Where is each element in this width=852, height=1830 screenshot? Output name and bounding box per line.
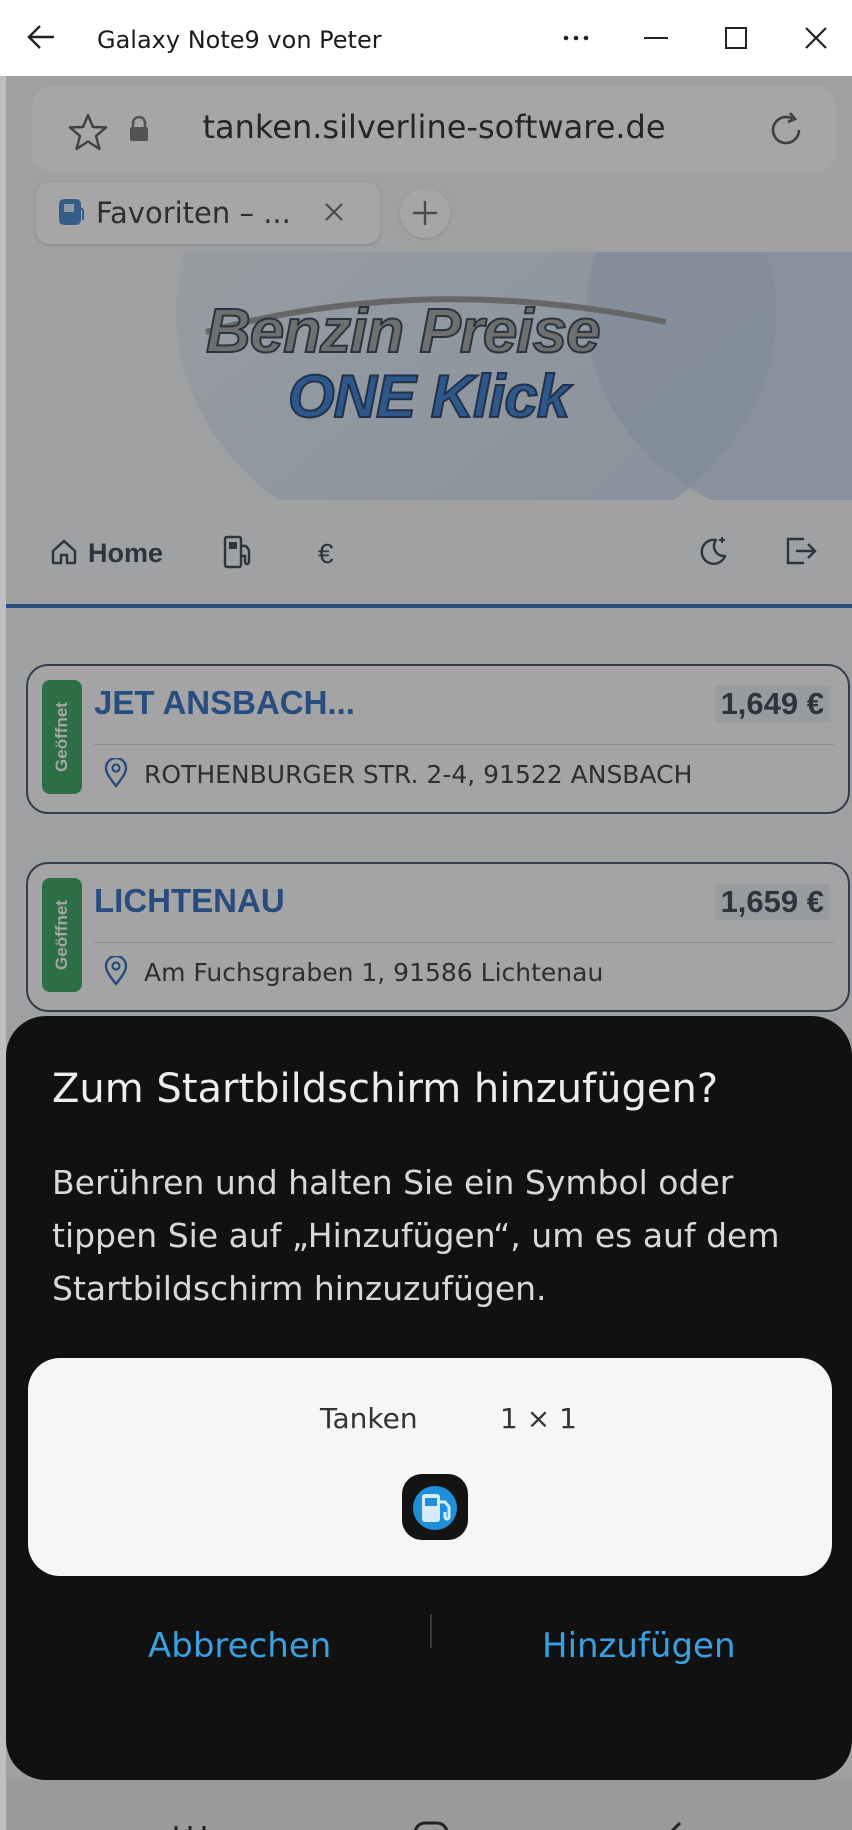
minimize-icon[interactable]: [636, 18, 676, 58]
dialog-title: Zum Startbildschirm hinzufügen?: [52, 1066, 719, 1112]
home-button-icon[interactable]: [412, 1820, 450, 1830]
system-navigation-bar: [6, 1780, 852, 1830]
maximize-icon[interactable]: [716, 18, 756, 58]
add-to-home-dialog: Zum Startbildschirm hinzufügen? Berühren…: [6, 1016, 852, 1780]
close-icon[interactable]: [796, 18, 836, 58]
window-title: Galaxy Note9 von Peter: [97, 26, 382, 54]
add-button[interactable]: Hinzufügen: [542, 1626, 736, 1666]
dialog-body: Berühren und halten Sie ein Symbol oder …: [52, 1163, 780, 1308]
back-arrow-icon[interactable]: [24, 20, 58, 54]
more-options-icon[interactable]: [556, 18, 596, 58]
widget-preview[interactable]: Tanken 1 × 1: [28, 1358, 832, 1576]
cancel-button[interactable]: Abbrechen: [148, 1626, 331, 1666]
widget-name: Tanken: [320, 1402, 418, 1435]
fuel-app-icon[interactable]: [402, 1474, 468, 1540]
phone-screen: tanken.silverline-software.de Favoriten …: [6, 76, 852, 1830]
back-button-icon[interactable]: [658, 1820, 684, 1830]
recent-apps-icon[interactable]: [172, 1824, 208, 1830]
window-titlebar: Galaxy Note9 von Peter: [0, 0, 852, 76]
button-separator: [430, 1614, 432, 1648]
widget-size: 1 × 1: [500, 1402, 577, 1435]
